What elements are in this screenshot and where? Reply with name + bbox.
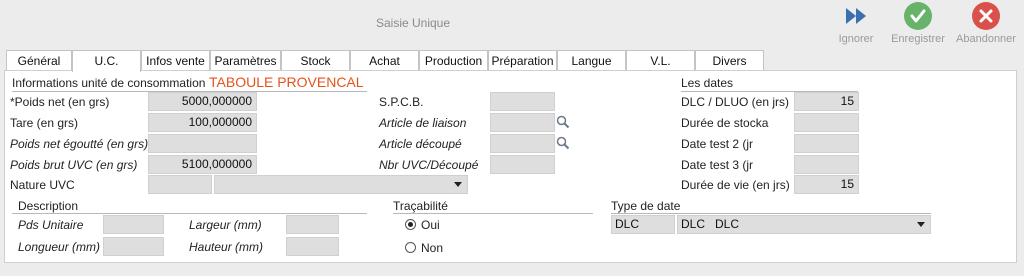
duree-vie-label: Durée de vie (en jrs) <box>681 178 790 192</box>
description-section-title: Description <box>18 199 79 213</box>
date-test3-label: Date test 3 (jr <box>681 158 754 172</box>
fast-forward-icon <box>842 2 870 30</box>
duree-stocka-label: Durée de stocka <box>681 116 769 130</box>
dates-section-title: Les dates <box>681 76 734 90</box>
nature-uvc-select[interactable] <box>214 175 468 194</box>
cancel-button[interactable]: Abandonner <box>953 2 1019 46</box>
poids-net-label: *Poids net (en grs) <box>10 95 110 109</box>
nbr-uvc-field[interactable] <box>490 155 555 174</box>
article-liaison-field[interactable] <box>490 113 555 132</box>
article-liaison-label: Article de liaison <box>379 116 467 130</box>
dlc-field[interactable]: 15 <box>794 92 859 111</box>
search-icon[interactable] <box>556 136 570 150</box>
chevron-down-icon <box>454 182 462 187</box>
tab-infos-vente[interactable]: Infos vente <box>141 50 210 71</box>
tab-stock[interactable]: Stock <box>281 50 350 71</box>
type-date-select[interactable]: DLC DLC <box>677 215 931 234</box>
poids-net-field[interactable]: 5000,000000 <box>148 92 257 111</box>
tab-general[interactable]: Général <box>6 50 72 71</box>
save-label: Enregistrer <box>891 33 945 45</box>
spcb-field[interactable] <box>490 92 555 111</box>
tare-field[interactable]: 100,000000 <box>148 113 257 132</box>
tab-preparation[interactable]: Préparation <box>488 50 557 71</box>
nature-uvc-code-field[interactable] <box>148 175 212 194</box>
tab-divers[interactable]: Divers <box>695 50 764 71</box>
chevron-down-icon <box>917 222 925 227</box>
pds-unitaire-field[interactable] <box>103 215 164 234</box>
largeur-field[interactable] <box>286 215 339 234</box>
poids-egoutte-label: Poids net égoutté (en grs) <box>10 137 149 151</box>
cancel-label: Abandonner <box>956 33 1016 45</box>
article-decoupe-label: Article découpé <box>379 137 462 151</box>
window-title: Saisie Unique <box>375 16 451 30</box>
tab-uc[interactable]: U.C. <box>72 50 141 72</box>
search-icon[interactable] <box>556 115 570 129</box>
type-date-code-field[interactable]: DLC <box>611 215 675 234</box>
divider <box>611 213 931 214</box>
date-test3-field[interactable] <box>794 155 859 174</box>
ignore-button[interactable]: Ignorer <box>823 2 889 46</box>
dlc-label: DLC / DLUO (en jrs) <box>681 95 790 109</box>
date-test2-label: Date test 2 (jr <box>681 137 754 151</box>
tracabilite-oui-radio[interactable] <box>405 219 416 230</box>
product-name: TABOULE PROVENCAL <box>209 74 364 90</box>
nbr-uvc-label: Nbr UVC/Découpé <box>379 158 479 172</box>
poids-brut-label: Poids brut UVC (en grs) <box>10 158 138 172</box>
type-date-value: DLC DLC <box>681 217 740 231</box>
hauteur-label: Hauteur (mm) <box>189 240 264 254</box>
longueur-label: Longueur (mm) <box>18 240 101 254</box>
tab-production[interactable]: Production <box>419 50 488 71</box>
ignore-label: Ignorer <box>838 33 874 45</box>
hauteur-field[interactable] <box>286 237 339 256</box>
largeur-label: Largeur (mm) <box>189 218 262 232</box>
tab-parametres[interactable]: Paramètres <box>210 50 281 71</box>
article-decoupe-field[interactable] <box>490 134 555 153</box>
uc-section-title: Informations unité de consommation <box>12 76 206 90</box>
duree-stocka-field[interactable] <box>794 113 859 132</box>
save-button[interactable]: Enregistrer <box>885 2 951 46</box>
close-icon <box>972 2 1000 30</box>
nature-uvc-label: Nature UVC <box>10 178 75 192</box>
tab-achat[interactable]: Achat <box>350 50 419 71</box>
divider <box>393 213 593 214</box>
tracabilite-oui-label: Oui <box>421 218 440 232</box>
longueur-field[interactable] <box>103 237 164 256</box>
tracabilite-section-title: Traçabilité <box>393 199 448 213</box>
tracabilite-non-radio[interactable] <box>405 242 416 253</box>
type-date-section-title: Type de date <box>611 199 681 213</box>
uc-panel: Informations unité de consommation TABOU… <box>4 70 1017 263</box>
pds-unitaire-label: Pds Unitaire <box>18 218 84 232</box>
divider <box>12 213 367 214</box>
date-test2-field[interactable] <box>794 134 859 153</box>
tab-langue[interactable]: Langue <box>557 50 626 71</box>
poids-egoutte-field[interactable] <box>148 134 257 153</box>
poids-brut-field[interactable]: 5100,000000 <box>148 155 257 174</box>
checkmark-icon <box>904 2 932 30</box>
tracabilite-non-label: Non <box>421 241 444 255</box>
duree-vie-field[interactable]: 15 <box>794 175 859 194</box>
spcb-label: S.P.C.B. <box>379 95 424 109</box>
tab-vl[interactable]: V.L. <box>626 50 695 71</box>
tare-label: Tare (en grs) <box>10 116 79 130</box>
